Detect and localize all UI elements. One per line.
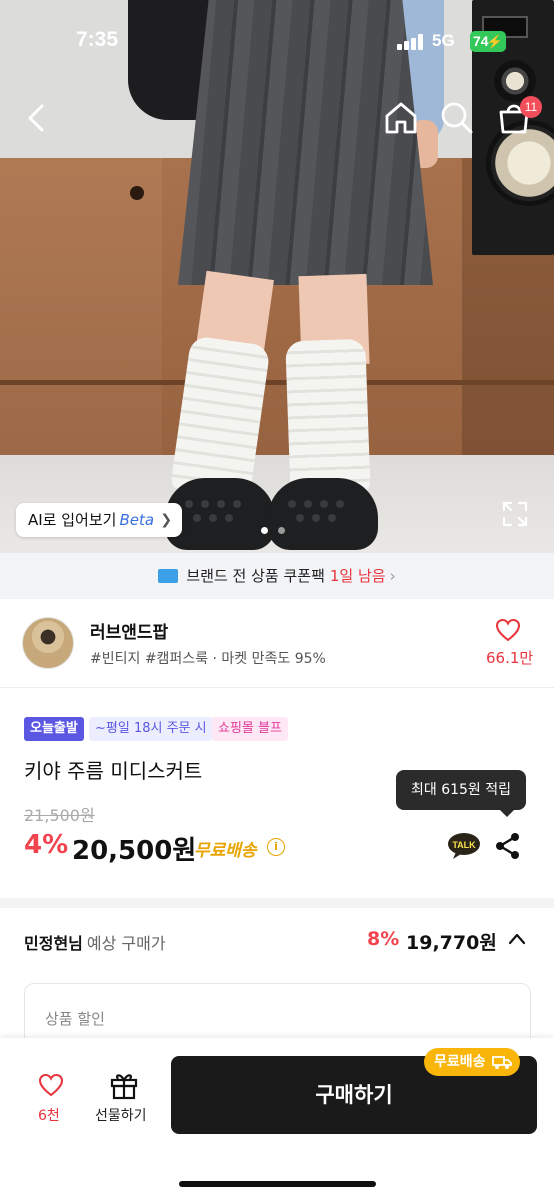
points-tooltip: 최대 615원 적립 <box>396 770 526 817</box>
bottom-action-bar: 6천 선물하기 구매하기 무료배송 <box>0 1038 554 1200</box>
like-icon[interactable] <box>38 1073 64 1097</box>
network-type: 5G <box>432 31 455 50</box>
divider <box>0 687 554 688</box>
svg-text:TALK: TALK <box>452 840 476 850</box>
ai-beta-label: Beta <box>119 511 155 529</box>
chevron-right-icon: › <box>389 567 396 585</box>
gift-icon[interactable] <box>109 1070 139 1100</box>
expected-price-user: 민정현님 예상 구매가 <box>24 930 166 954</box>
expected-price-username: 민정현님 <box>24 934 83 953</box>
free-shipping-pill-label: 무료배송 <box>434 1054 486 1070</box>
free-shipping-pill: 무료배송 <box>424 1048 520 1076</box>
home-icon[interactable] <box>381 98 421 138</box>
search-icon[interactable] <box>437 98 477 138</box>
back-icon[interactable] <box>18 98 58 138</box>
home-indicator <box>179 1181 376 1187</box>
seller-avatar[interactable] <box>22 617 74 669</box>
seller-name[interactable]: 러브앤드팝 <box>90 618 168 643</box>
sale-price: 20,500원 <box>72 836 197 866</box>
photo-sock <box>285 338 371 502</box>
kakao-talk-icon[interactable]: TALK <box>447 832 481 860</box>
expected-price: 19,770원 <box>406 932 497 954</box>
product-discount-label: 상품 할인 <box>45 1010 105 1028</box>
status-bar: 7:35 5G 74 ⚡ <box>0 0 554 86</box>
coupon-deadline: 1일 남음 <box>329 567 386 585</box>
share-icon[interactable] <box>494 832 522 860</box>
product-title: 키야 주름 미디스커트 <box>24 759 203 783</box>
coupon-icon <box>158 569 179 583</box>
ai-try-on-label: AI로 입어보기 <box>28 511 117 529</box>
expected-discount: 8% <box>367 928 400 950</box>
photo-clog <box>268 478 378 550</box>
seller-like-icon[interactable] <box>495 618 521 642</box>
like-count: 6천 <box>38 1108 60 1124</box>
seller-tags: #빈티지 #캠퍼스룩 · 마켓 만족도 95% <box>90 651 326 667</box>
expected-price-label: 예상 구매가 <box>86 934 166 953</box>
info-icon[interactable]: i <box>267 838 285 856</box>
coupon-text: 브랜드 전 상품 쿠폰팩 <box>186 567 325 585</box>
discount-rate: 4% <box>24 830 69 860</box>
seller-like-count: 66.1만 <box>486 649 534 667</box>
status-time: 7:35 <box>76 28 119 51</box>
photo-cabinet-line <box>0 380 554 385</box>
photo-cabinet <box>0 158 170 458</box>
signal-icon <box>397 34 425 50</box>
coupon-banner[interactable]: 브랜드 전 상품 쿠폰팩 1일 남음 › <box>0 553 554 599</box>
free-shipping-label: 무료배송 <box>194 841 257 861</box>
chevron-right-icon: ❯ <box>160 512 173 528</box>
original-price: 21,500원 <box>24 806 95 825</box>
ai-try-on-button[interactable]: AI로 입어보기 Beta ❯ <box>16 503 183 537</box>
image-pager-dots <box>261 519 295 538</box>
expand-icon[interactable] <box>501 500 529 528</box>
truck-icon <box>491 1056 512 1069</box>
badge-today-shipping: 오늘출발 <box>24 717 84 741</box>
gift-label[interactable]: 선물하기 <box>95 1105 147 1125</box>
chevron-up-icon[interactable] <box>508 932 526 946</box>
pager-dot-active <box>261 527 268 534</box>
pager-dot <box>278 527 285 534</box>
battery-icon: 74 ⚡ <box>470 31 506 52</box>
badge-mall-sale: 쇼핑몰 블프 <box>212 717 288 741</box>
section-divider <box>0 898 554 908</box>
cart-count-badge: 11 <box>520 96 542 118</box>
badge-order-cutoff: ~평일 18시 주문 시 <box>89 717 213 741</box>
